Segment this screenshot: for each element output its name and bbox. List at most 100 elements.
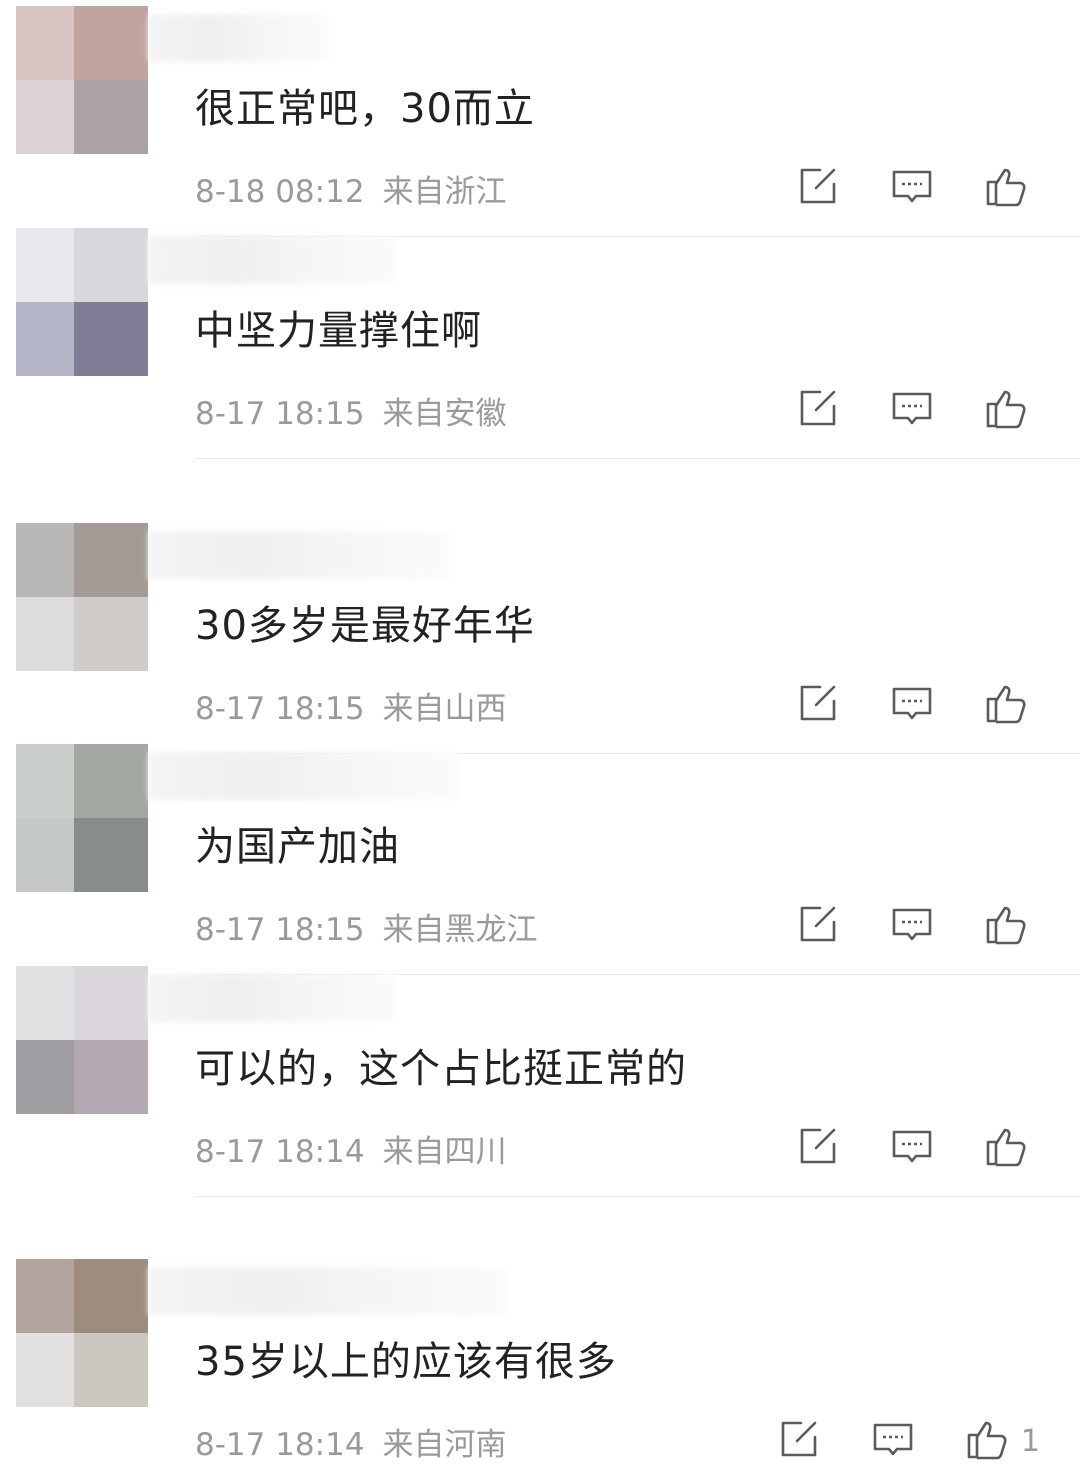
avatar-pixel	[74, 228, 148, 302]
like-button[interactable]	[984, 386, 1040, 434]
avatar-pixel	[74, 966, 148, 1040]
share-icon	[796, 1124, 840, 1172]
share-button[interactable]	[796, 1124, 840, 1172]
avatar-pixel	[16, 1259, 74, 1333]
comment-time: 8-17 18:14	[195, 1134, 365, 1170]
share-icon	[796, 386, 840, 434]
share-button[interactable]	[777, 1417, 821, 1465]
comment-meta: 8-17 18:14 来自四川	[195, 1126, 507, 1171]
share-button[interactable]	[796, 902, 840, 950]
comment-location: 来自四川	[382, 1134, 507, 1170]
share-icon	[777, 1417, 821, 1465]
like-button[interactable]	[984, 681, 1040, 729]
comment-actions	[746, 677, 1040, 733]
comment-item: 很正常吧，30而立 8-18 08:12 来自浙江	[0, 0, 1080, 237]
username-blurred[interactable]	[148, 752, 458, 800]
thumbs-up-icon	[984, 681, 1028, 729]
comment-icon	[890, 902, 934, 950]
share-icon	[796, 164, 840, 212]
comment-item: 为国产加油 8-17 18:15 来自黑龙江	[0, 738, 1080, 975]
avatar-pixel	[74, 818, 148, 892]
username-blurred[interactable]	[148, 14, 328, 62]
thumbs-up-icon	[965, 1417, 1009, 1465]
avatar-pixel	[74, 1040, 148, 1114]
avatar-pixel	[16, 966, 74, 1040]
username-blurred[interactable]	[148, 531, 448, 579]
comment-text: 中坚力量撑住啊	[195, 308, 482, 354]
share-button[interactable]	[796, 681, 840, 729]
avatar-pixel	[16, 302, 74, 376]
avatar[interactable]	[16, 744, 148, 892]
comment-text: 30多岁是最好年华	[195, 603, 535, 649]
username-blurred[interactable]	[148, 236, 398, 284]
divider	[195, 1196, 1080, 1197]
avatar-pixel	[74, 1333, 148, 1407]
comment-time: 8-17 18:14	[195, 1427, 365, 1463]
avatar-pixel	[16, 1040, 74, 1114]
comment-actions	[746, 160, 1040, 216]
like-count: 1	[1020, 1423, 1040, 1459]
comment-time: 8-17 18:15	[195, 396, 365, 432]
share-button[interactable]	[796, 386, 840, 434]
avatar-pixel	[74, 597, 148, 671]
comment-item: 可以的，这个占比挺正常的 8-17 18:14 来自四川	[0, 960, 1080, 1253]
comment-actions	[746, 898, 1040, 954]
avatar-pixel	[16, 523, 74, 597]
comment-actions	[746, 1120, 1040, 1176]
avatar-pixel	[16, 6, 74, 80]
reply-button[interactable]	[890, 1124, 934, 1172]
avatar-pixel	[16, 1333, 74, 1407]
avatar[interactable]	[16, 228, 148, 376]
comment-item: 35岁以上的应该有很多 8-17 18:14 来自河南 1	[0, 1253, 1080, 1463]
avatar-pixel	[16, 228, 74, 302]
comment-text: 为国产加油	[195, 824, 400, 870]
comment-time: 8-17 18:15	[195, 691, 365, 727]
reply-button[interactable]	[890, 164, 934, 212]
comment-actions	[746, 382, 1040, 438]
thumbs-up-icon	[984, 164, 1028, 212]
thumbs-up-icon	[984, 902, 1028, 950]
comment-icon	[890, 164, 934, 212]
like-button[interactable]	[984, 1124, 1040, 1172]
comment-icon	[890, 386, 934, 434]
username-blurred[interactable]	[148, 974, 398, 1022]
like-button[interactable]	[984, 902, 1040, 950]
reply-button[interactable]	[890, 902, 934, 950]
comment-meta: 8-17 18:15 来自山西	[195, 683, 507, 728]
like-button[interactable]	[984, 164, 1040, 212]
share-icon	[796, 902, 840, 950]
avatar-pixel	[74, 1259, 148, 1333]
comment-meta: 8-17 18:15 来自安徽	[195, 388, 507, 433]
share-button[interactable]	[796, 164, 840, 212]
avatar[interactable]	[16, 1259, 148, 1407]
divider	[195, 458, 1080, 459]
comment-location: 来自浙江	[382, 174, 507, 210]
comment-location: 来自河南	[382, 1427, 507, 1463]
comment-location: 来自安徽	[382, 396, 507, 432]
comment-actions: 1	[727, 1413, 1040, 1469]
comment-location: 来自黑龙江	[382, 912, 538, 948]
comment-meta: 8-17 18:14 来自河南	[195, 1419, 507, 1464]
avatar[interactable]	[16, 523, 148, 671]
avatar[interactable]	[16, 966, 148, 1114]
like-button[interactable]: 1	[965, 1417, 1040, 1465]
comment-icon	[890, 1124, 934, 1172]
avatar-pixel	[16, 744, 74, 818]
comment-item: 中坚力量撑住啊 8-17 18:15 来自安徽	[0, 222, 1080, 517]
reply-button[interactable]	[890, 386, 934, 434]
comment-icon	[871, 1417, 915, 1465]
share-icon	[796, 681, 840, 729]
avatar-pixel	[74, 6, 148, 80]
reply-button[interactable]	[871, 1417, 915, 1465]
reply-button[interactable]	[890, 681, 934, 729]
comment-meta: 8-17 18:15 来自黑龙江	[195, 904, 538, 949]
comment-meta: 8-18 08:12 来自浙江	[195, 166, 507, 211]
username-blurred[interactable]	[148, 1267, 508, 1315]
avatar-pixel	[74, 302, 148, 376]
thumbs-up-icon	[984, 386, 1028, 434]
avatar[interactable]	[16, 6, 148, 154]
avatar-pixel	[16, 80, 74, 154]
avatar-pixel	[74, 523, 148, 597]
comment-icon	[890, 681, 934, 729]
comment-text: 35岁以上的应该有很多	[195, 1339, 617, 1385]
